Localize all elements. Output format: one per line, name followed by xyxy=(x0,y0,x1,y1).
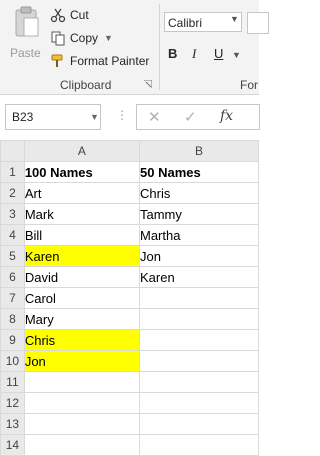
format-painter-label: Format Painter xyxy=(70,54,150,68)
font-size-box[interactable] xyxy=(247,12,269,34)
grid-row: 6 David Karen xyxy=(0,266,259,288)
grid-row: 13 xyxy=(0,413,259,435)
chevron-down-icon[interactable]: ▼ xyxy=(90,112,99,122)
cell-b[interactable] xyxy=(139,350,259,372)
grid-row: 11 xyxy=(0,371,259,393)
italic-button[interactable]: I xyxy=(192,46,196,62)
name-box[interactable]: B23 xyxy=(5,104,101,130)
format-painter-button[interactable]: Format Painter xyxy=(50,52,149,70)
row-header[interactable]: 7 xyxy=(0,287,25,309)
grid-row: 3 Mark Tammy xyxy=(0,203,259,225)
row-header[interactable]: 8 xyxy=(0,308,25,330)
cell-a[interactable] xyxy=(23,371,141,393)
dialog-launcher-icon[interactable] xyxy=(144,80,152,88)
cell-b[interactable] xyxy=(139,329,259,351)
cell-a[interactable] xyxy=(23,413,141,435)
column-header-a[interactable]: A xyxy=(23,140,141,162)
cell-b[interactable]: Chris xyxy=(139,182,259,204)
row-header[interactable]: 12 xyxy=(0,392,25,414)
ribbon: Paste Cut Copy ▼ Format Painter Clipboar… xyxy=(0,0,269,95)
insert-function-icon[interactable]: fx xyxy=(220,108,233,124)
cell-b[interactable]: Martha xyxy=(139,224,259,246)
cell-a[interactable]: Bill xyxy=(23,224,141,246)
cell-a[interactable]: Karen xyxy=(23,245,141,267)
chevron-down-icon[interactable]: ▼ xyxy=(232,50,241,60)
cell-b[interactable] xyxy=(139,392,259,414)
grid-row: 10 Jon xyxy=(0,350,259,372)
copy-icon xyxy=(51,31,65,46)
cell-a[interactable]: Mary xyxy=(23,308,141,330)
row-header[interactable]: 11 xyxy=(0,371,25,393)
cell-a[interactable]: Art xyxy=(23,182,141,204)
copy-label: Copy xyxy=(70,31,99,45)
scissors-icon xyxy=(50,8,66,23)
font-group-label: For xyxy=(240,78,258,92)
row-header[interactable]: 6 xyxy=(0,266,25,288)
more-options-icon[interactable]: ⋮ xyxy=(116,108,128,122)
paste-label: Paste xyxy=(10,46,41,60)
cell-b[interactable] xyxy=(139,287,259,309)
ribbon-separator xyxy=(159,4,160,90)
cut-button[interactable]: Cut xyxy=(50,6,89,24)
cell-b[interactable]: Jon xyxy=(139,245,259,267)
cell-a[interactable]: Jon xyxy=(23,350,141,372)
row-header[interactable]: 4 xyxy=(0,224,25,246)
row-header[interactable]: 1 xyxy=(0,161,25,183)
row-header[interactable]: 9 xyxy=(0,329,25,351)
bold-button[interactable]: B xyxy=(168,46,177,61)
cancel-icon[interactable]: ✕ xyxy=(148,108,161,126)
grid-row: 4 Bill Martha xyxy=(0,224,259,246)
copy-button[interactable]: Copy ▼ xyxy=(50,29,113,47)
cell-b[interactable] xyxy=(139,308,259,330)
chevron-down-icon[interactable]: ▼ xyxy=(230,14,239,24)
grid-row: 1 100 Names 50 Names xyxy=(0,161,259,183)
grid-row: 9 Chris xyxy=(0,329,259,351)
row-header[interactable]: 10 xyxy=(0,350,25,372)
cell-a[interactable]: Chris xyxy=(23,329,141,351)
grid-row: 12 xyxy=(0,392,259,414)
row-header[interactable]: 13 xyxy=(0,413,25,435)
spreadsheet-grid: A B 1 100 Names 50 Names 2 Art Chris 3 Mark Tamm… xyxy=(0,140,259,456)
column-header-b[interactable]: B xyxy=(139,140,259,162)
row-header[interactable]: 5 xyxy=(0,245,25,267)
row-header[interactable]: 2 xyxy=(0,182,25,204)
cell-a[interactable] xyxy=(23,392,141,414)
grid-row: 7 Carol xyxy=(0,287,259,309)
grid-row: 2 Art Chris xyxy=(0,182,259,204)
underline-button[interactable]: U xyxy=(214,46,223,61)
formula-bar: B23 ▼ ⋮ ✕ ✓ fx xyxy=(0,104,260,132)
cell-a[interactable]: 100 Names xyxy=(23,161,141,183)
clipboard-icon xyxy=(15,6,39,37)
cell-b[interactable] xyxy=(139,413,259,435)
select-all-corner[interactable] xyxy=(0,140,25,162)
row-header[interactable]: 3 xyxy=(0,203,25,225)
cell-b[interactable] xyxy=(139,371,259,393)
paintbrush-icon xyxy=(51,54,63,67)
cut-label: Cut xyxy=(70,8,89,22)
cell-b[interactable]: Karen xyxy=(139,266,259,288)
grid-row: 5 Karen Jon xyxy=(0,245,259,267)
enter-icon[interactable]: ✓ xyxy=(184,108,197,126)
cell-a[interactable]: David xyxy=(23,266,141,288)
chevron-down-icon[interactable]: ▼ xyxy=(104,33,113,43)
cell-a[interactable]: Mark xyxy=(23,203,141,225)
clipboard-group-label: Clipboard xyxy=(60,78,112,92)
paste-button[interactable]: Paste xyxy=(6,6,41,64)
cell-a[interactable]: Carol xyxy=(23,287,141,309)
grid-row: 8 Mary xyxy=(0,308,259,330)
grid-table: A B 1 100 Names 50 Names 2 Art Chris 3 Mark Tamm… xyxy=(0,140,259,456)
cell-b[interactable]: Tammy xyxy=(139,203,259,225)
cell-b[interactable]: 50 Names xyxy=(139,161,259,183)
